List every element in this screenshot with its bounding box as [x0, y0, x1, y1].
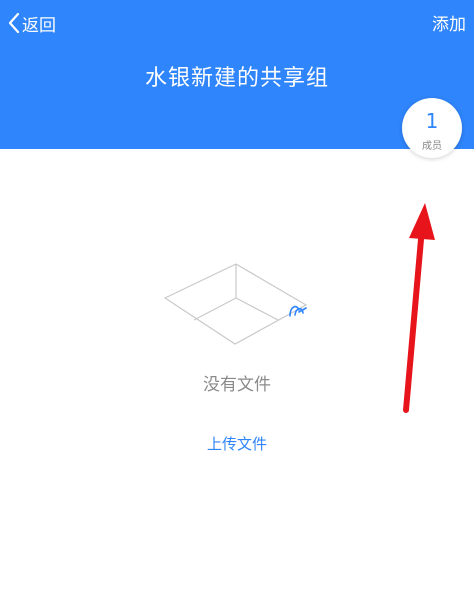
empty-message: 没有文件	[203, 375, 271, 395]
empty-box-icon	[163, 263, 308, 345]
screen: 返回 添加 水银新建的共享组 1 成员 没有文件 上传文件	[0, 0, 474, 605]
back-button[interactable]: 返回	[8, 10, 56, 36]
member-label: 成员	[422, 141, 442, 152]
member-count-badge[interactable]: 1 成员	[402, 98, 462, 158]
member-count: 1	[425, 109, 439, 133]
chevron-left-icon	[8, 12, 20, 34]
add-button[interactable]: 添加	[432, 10, 466, 35]
back-label: 返回	[22, 15, 56, 36]
upload-file-link[interactable]: 上传文件	[0, 433, 474, 454]
page-title: 水银新建的共享组	[144, 66, 329, 91]
